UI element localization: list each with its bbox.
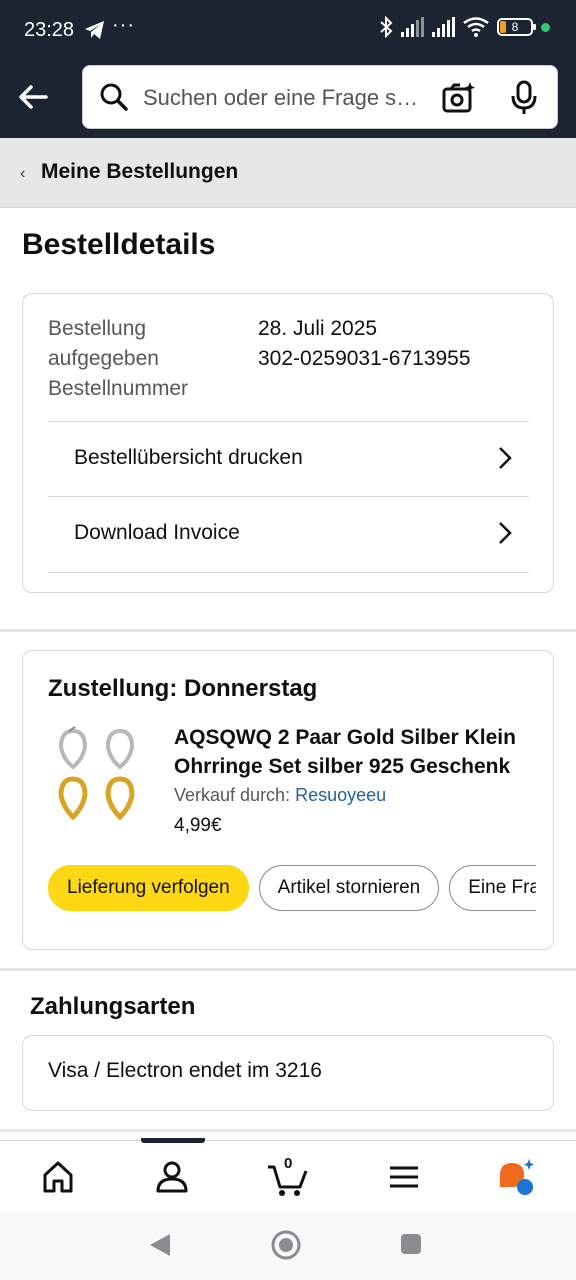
page-title: Bestelldetails — [22, 228, 216, 261]
chevron-left-icon: ‹ — [20, 165, 26, 182]
status-icons: 8 — [379, 16, 550, 38]
bottom-navigation: 0 — [0, 1138, 576, 1212]
search-header: Suchen oder eine Frage stellen — [0, 60, 576, 138]
action-buttons: Lieferung verfolgen Artikel stornieren Ein… — [48, 865, 536, 913]
cart-button[interactable]: 0 — [266, 1155, 310, 1197]
camera-search-icon[interactable] — [441, 80, 477, 116]
back-arrow-icon[interactable] — [16, 80, 50, 114]
home-icon[interactable] — [38, 1157, 78, 1197]
order-labels: Bestellung aufgegeben Bestellnummer — [48, 314, 198, 404]
ask-question-button[interactable]: Eine Frage stellen — [449, 865, 536, 911]
order-date: 28. Juli 2025 — [258, 317, 378, 340]
telegram-icon — [85, 21, 104, 39]
print-order-row[interactable]: Bestellübersicht drucken — [48, 421, 529, 497]
battery-level: 8 — [511, 20, 519, 34]
system-navigation-bar — [0, 1212, 576, 1280]
status-time: 23:28 — [24, 19, 75, 41]
seller-link[interactable]: Resuoyeeu — [295, 785, 386, 805]
order-summary-card: Bestellung aufgegeben Bestellnummer 28. … — [22, 293, 554, 593]
payment-title: Zahlungsarten — [30, 993, 196, 1020]
delivery-title: Zustellung: Donnerstag — [48, 675, 318, 702]
signal-2-icon — [432, 17, 455, 37]
order-number: 302-0259031-6713955 — [258, 347, 471, 370]
battery-icon: 8 — [497, 18, 536, 36]
cancel-item-button[interactable]: Artikel stornieren — [258, 865, 440, 911]
privacy-dot-icon — [541, 22, 550, 32]
delivery-card: Zustellung: Donnerstag AQSQWQ 2 Paar Gol… — [22, 650, 554, 950]
section-divider — [0, 1129, 576, 1132]
search-input[interactable]: Suchen oder eine Frage stellen — [82, 65, 558, 129]
track-delivery-button[interactable]: Lieferung verfolgen — [48, 865, 249, 911]
bluetooth-icon — [380, 16, 393, 38]
seller-line: Verkauf durch: Resuoyeeu — [174, 785, 386, 806]
rufus-assistant-icon[interactable] — [496, 1157, 536, 1197]
system-back-icon[interactable] — [148, 1232, 172, 1258]
payment-card: Visa / Electron endet im 3216 — [22, 1035, 554, 1111]
more-notifications-icon: ··· — [112, 14, 135, 36]
active-tab-indicator — [141, 1138, 205, 1143]
order-values: 28. Juli 2025 302-0259031-6713955 — [258, 314, 471, 374]
status-bar: 23:28 ··· 8 — [0, 0, 576, 60]
system-home-icon[interactable] — [270, 1229, 302, 1261]
breadcrumb-label: Meine Bestellungen — [41, 160, 239, 183]
download-invoice-label: Download Invoice — [74, 521, 240, 544]
section-divider — [0, 629, 576, 632]
section-divider — [0, 968, 576, 971]
product-price: 4,99€ — [174, 815, 222, 836]
product-title[interactable]: AQSQWQ 2 Paar Gold Silber Klein Ohrringe… — [174, 723, 534, 781]
cart-count: 0 — [284, 1155, 293, 1172]
wifi-icon — [463, 17, 489, 37]
divider — [48, 572, 529, 573]
search-placeholder: Suchen oder eine Frage stellen — [143, 85, 423, 110]
account-icon[interactable] — [152, 1157, 192, 1197]
download-invoice-row[interactable]: Download Invoice — [48, 496, 529, 572]
menu-icon[interactable] — [384, 1157, 424, 1197]
breadcrumb[interactable]: ‹ Meine Bestellungen — [0, 138, 576, 208]
search-icon — [100, 83, 128, 111]
seller-label: Verkauf durch: — [174, 785, 291, 805]
microphone-icon[interactable] — [509, 80, 539, 116]
system-recents-icon[interactable] — [400, 1233, 422, 1255]
order-number-label: Bestellnummer — [48, 377, 189, 400]
print-order-label: Bestellübersicht drucken — [74, 446, 303, 469]
chevron-right-icon — [499, 447, 512, 469]
chevron-right-icon — [499, 522, 512, 544]
order-date-label: Bestellung aufgegeben — [48, 317, 159, 370]
product-image[interactable] — [55, 723, 145, 823]
signal-1-icon — [401, 17, 424, 37]
payment-method: Visa / Electron endet im 3216 — [48, 1059, 322, 1082]
